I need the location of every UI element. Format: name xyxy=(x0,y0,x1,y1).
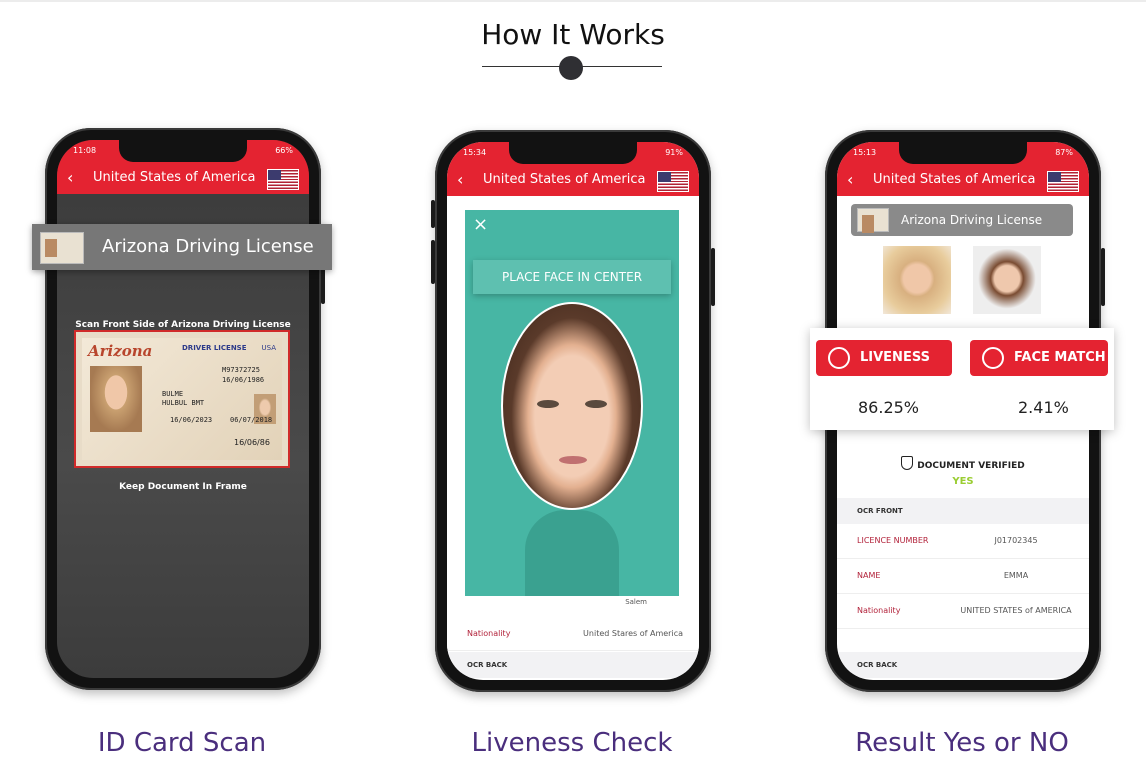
id-card-preview: Arizona DRIVER LICENSE USA M97372725 16/… xyxy=(82,338,282,460)
face-hint: PLACE FACE IN CENTER xyxy=(473,260,671,294)
partial-value: Salem xyxy=(625,598,647,606)
row-label: LICENCE NUMBER xyxy=(857,536,929,545)
shield-check-icon xyxy=(901,456,914,470)
id-dob: 16/06/1986 xyxy=(222,376,265,384)
status-battery: 87% xyxy=(1055,148,1073,157)
id-type: DRIVER LICENSE xyxy=(182,344,247,352)
id-card-thumbnail-icon xyxy=(40,232,84,264)
id-expiry: 16/06/2023 xyxy=(170,416,213,424)
ocr-row-licence-number: LICENCE NUMBER J01702345 xyxy=(837,524,1089,559)
section-label: OCR FRONT xyxy=(857,507,903,515)
id-state-name: Arizona xyxy=(88,342,153,360)
document-type-chip: Arizona Driving License xyxy=(851,204,1073,236)
liveness-badge: LIVENESS xyxy=(816,340,952,376)
row-label: NAME xyxy=(857,571,881,580)
phone-notch xyxy=(899,142,1027,164)
country-title: United States of America xyxy=(483,172,646,187)
ocr-front-section: OCR FRONT xyxy=(837,498,1089,524)
id-country: USA xyxy=(261,344,277,352)
section-label: OCR BACK xyxy=(857,661,898,669)
app-bar: ‹ United States of America xyxy=(837,164,1089,196)
liveness-icon xyxy=(828,347,850,369)
id-name-line2: HULBUL BMT xyxy=(162,399,205,407)
ocr-back-section: OCR BACK xyxy=(837,652,1089,678)
ocr-row-name: NAME EMMA xyxy=(837,559,1089,594)
status-time: 15:34 xyxy=(463,148,487,157)
face-match-score: 2.41% xyxy=(1018,398,1069,417)
phone-screen: 11:08 66% ‹ United States of America Sca… xyxy=(57,140,309,678)
row-label: Nationality xyxy=(467,629,511,638)
document-type-label: Arizona Driving License xyxy=(102,236,314,257)
liveness-label: LIVENESS xyxy=(860,350,930,365)
selfie-face-thumbnail xyxy=(973,246,1041,314)
face-oval-guide xyxy=(501,302,643,510)
verified-value: YES xyxy=(952,476,974,487)
country-title: United States of America xyxy=(873,172,1036,187)
top-divider xyxy=(0,0,1146,2)
verified-label: DOCUMENT VERIFIED xyxy=(917,461,1025,471)
phone-id-card-scan: 11:08 66% ‹ United States of America Sca… xyxy=(45,128,325,690)
back-arrow-icon[interactable]: ‹ xyxy=(457,164,463,196)
row-value: UNITED STATES of AMERICA xyxy=(960,606,1072,615)
scan-instruction: Scan Front Side of Arizona Driving Licen… xyxy=(75,320,291,330)
heading-dot xyxy=(559,56,583,80)
back-arrow-icon[interactable]: ‹ xyxy=(847,164,853,196)
ocr-row-nationality: Nationality United Stares of America xyxy=(447,618,699,651)
face-eye-left xyxy=(537,400,559,408)
row-value: United Stares of America xyxy=(583,629,683,638)
liveness-camera-panel: × PLACE FACE IN CENTER xyxy=(465,210,679,596)
app-bar: ‹ United States of America xyxy=(447,164,699,196)
section-label: OCR BACK xyxy=(467,661,508,669)
us-flag-icon[interactable] xyxy=(657,171,689,192)
document-face-thumbnail xyxy=(883,246,951,314)
back-arrow-icon[interactable]: ‹ xyxy=(67,162,73,194)
frame-hint: Keep Document In Frame xyxy=(119,482,247,492)
status-battery: 66% xyxy=(275,146,293,155)
face-match-icon xyxy=(982,347,1004,369)
section-heading: How It Works xyxy=(481,18,665,51)
row-value: J01702345 xyxy=(994,536,1038,545)
ocr-back-section: OCR BACK xyxy=(447,652,699,678)
id-number: M97372725 xyxy=(222,366,260,374)
face-match-badge: FACE MATCH xyxy=(970,340,1108,376)
id-photo xyxy=(90,366,142,432)
phone-volume-up xyxy=(431,200,435,228)
match-result-card: LIVENESS FACE MATCH 86.25% 2.41% xyxy=(810,328,1114,430)
phone-screen: 15:34 91% ‹ United States of America × P… xyxy=(447,142,699,680)
document-type-label: Arizona Driving License xyxy=(901,213,1043,227)
phone-notch xyxy=(119,140,247,162)
us-flag-icon[interactable] xyxy=(267,169,299,190)
status-battery: 91% xyxy=(665,148,683,157)
id-card-frame: Arizona DRIVER LICENSE USA M97372725 16/… xyxy=(74,330,290,468)
ocr-row-nationality: Nationality UNITED STATES of AMERICA xyxy=(837,594,1089,629)
id-date-short: 16/06/86 xyxy=(234,438,270,447)
phone-liveness-check: 15:34 91% ‹ United States of America × P… xyxy=(431,130,715,692)
status-time: 15:13 xyxy=(853,148,877,157)
face-mouth xyxy=(559,456,587,464)
caption-id-card-scan: ID Card Scan xyxy=(97,728,267,758)
id-card-thumbnail-icon xyxy=(857,208,889,233)
app-bar: ‹ United States of America xyxy=(57,162,309,194)
caption-liveness-check: Liveness Check xyxy=(471,728,673,758)
id-name-line1: BULME xyxy=(162,390,184,398)
document-type-banner[interactable]: Arizona Driving License xyxy=(32,224,332,270)
id-issue: 06/07/2018 xyxy=(230,416,273,424)
phone-volume-down xyxy=(431,240,435,284)
row-value: EMMA xyxy=(1003,571,1029,580)
caption-result: Result Yes or NO xyxy=(855,728,1069,758)
liveness-score: 86.25% xyxy=(858,398,920,417)
document-verified: DOCUMENT VERIFIED xyxy=(837,456,1089,471)
phone-side-button xyxy=(711,248,715,306)
phone-notch xyxy=(509,142,637,164)
us-flag-icon[interactable] xyxy=(1047,171,1079,192)
camera-subject-body xyxy=(525,510,619,596)
face-match-label: FACE MATCH xyxy=(1014,350,1106,365)
close-icon[interactable]: × xyxy=(473,214,488,235)
row-label: Nationality xyxy=(857,606,901,615)
country-title: United States of America xyxy=(93,170,256,185)
phone-side-button xyxy=(1101,248,1105,306)
status-time: 11:08 xyxy=(73,146,97,155)
face-eye-right xyxy=(585,400,607,408)
